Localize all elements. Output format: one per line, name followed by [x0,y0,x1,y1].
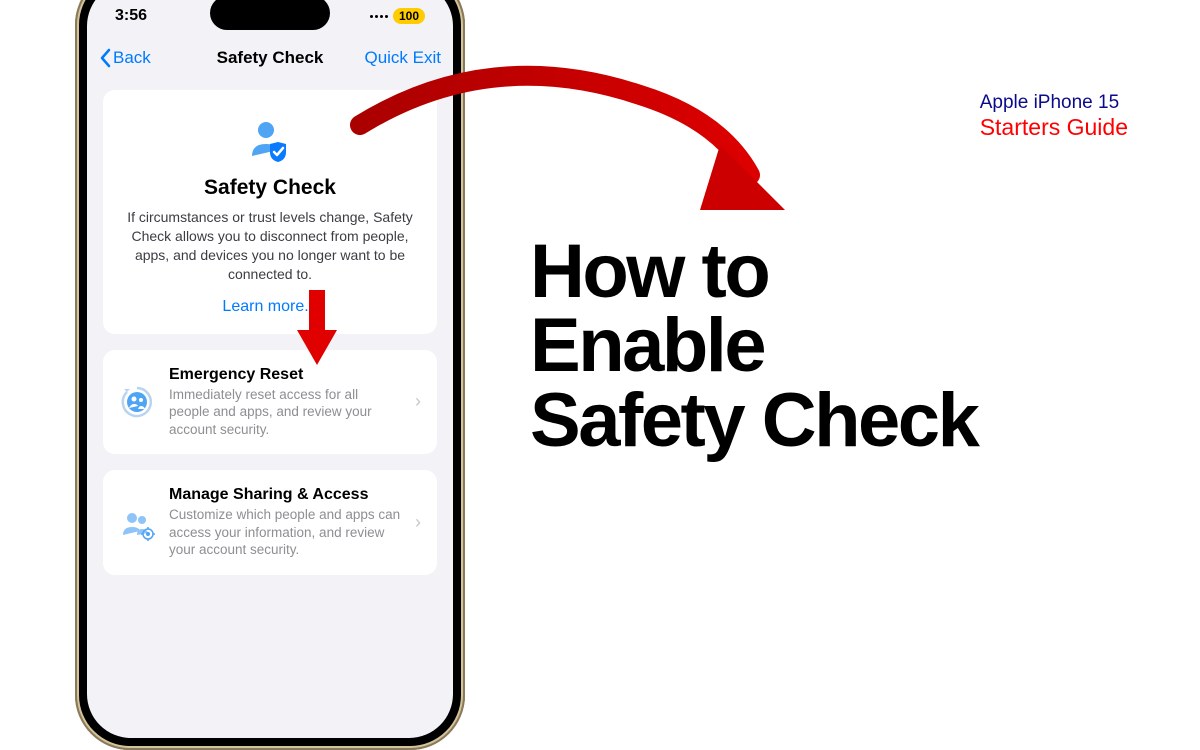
guide-label: Apple iPhone 15 Starters Guide [980,92,1128,141]
signal-icon [370,15,388,18]
dynamic-island [210,0,330,30]
emergency-reset-title: Emergency Reset [169,366,401,384]
phone-screen: 3:56 100 Back Safety Check Quick Exit [87,0,453,738]
guide-device: Apple iPhone 15 [980,92,1128,114]
manage-sharing-icon [119,505,155,541]
learn-more-link[interactable]: Learn more... [119,298,421,316]
back-label: Back [113,48,151,68]
manage-sharing-description: Customize which people and apps can acce… [169,506,401,559]
guide-subtitle: Starters Guide [980,114,1128,141]
battery-badge: 100 [393,8,425,24]
manage-sharing-card[interactable]: Manage Sharing & Access Customize which … [103,470,437,575]
chevron-left-icon [99,48,111,68]
back-button[interactable]: Back [99,48,151,68]
hero-title: Safety Check [119,176,421,200]
status-time: 3:56 [115,7,147,25]
iphone-mockup: 3:56 100 Back Safety Check Quick Exit [75,0,465,750]
chevron-right-icon: › [415,512,421,533]
headline: How to Enable Safety Check [530,235,977,458]
headline-line2: Enable [530,309,977,383]
hero-description: If circumstances or trust levels change,… [119,208,421,284]
status-right: 100 [370,8,425,24]
headline-line1: How to [530,235,977,309]
chevron-right-icon: › [415,391,421,412]
nav-title: Safety Check [217,48,324,68]
emergency-reset-description: Immediately reset access for all people … [169,386,401,439]
headline-line3: Safety Check [530,384,977,458]
nav-bar: Back Safety Check Quick Exit [87,36,453,80]
content-area: Safety Check If circumstances or trust l… [87,80,453,601]
emergency-reset-card[interactable]: Emergency Reset Immediately reset access… [103,350,437,455]
quick-exit-button[interactable]: Quick Exit [364,48,441,68]
emergency-reset-icon [119,384,155,420]
manage-sharing-title: Manage Sharing & Access [169,486,401,504]
safety-check-icon [246,116,294,164]
safety-check-hero-card: Safety Check If circumstances or trust l… [103,90,437,334]
